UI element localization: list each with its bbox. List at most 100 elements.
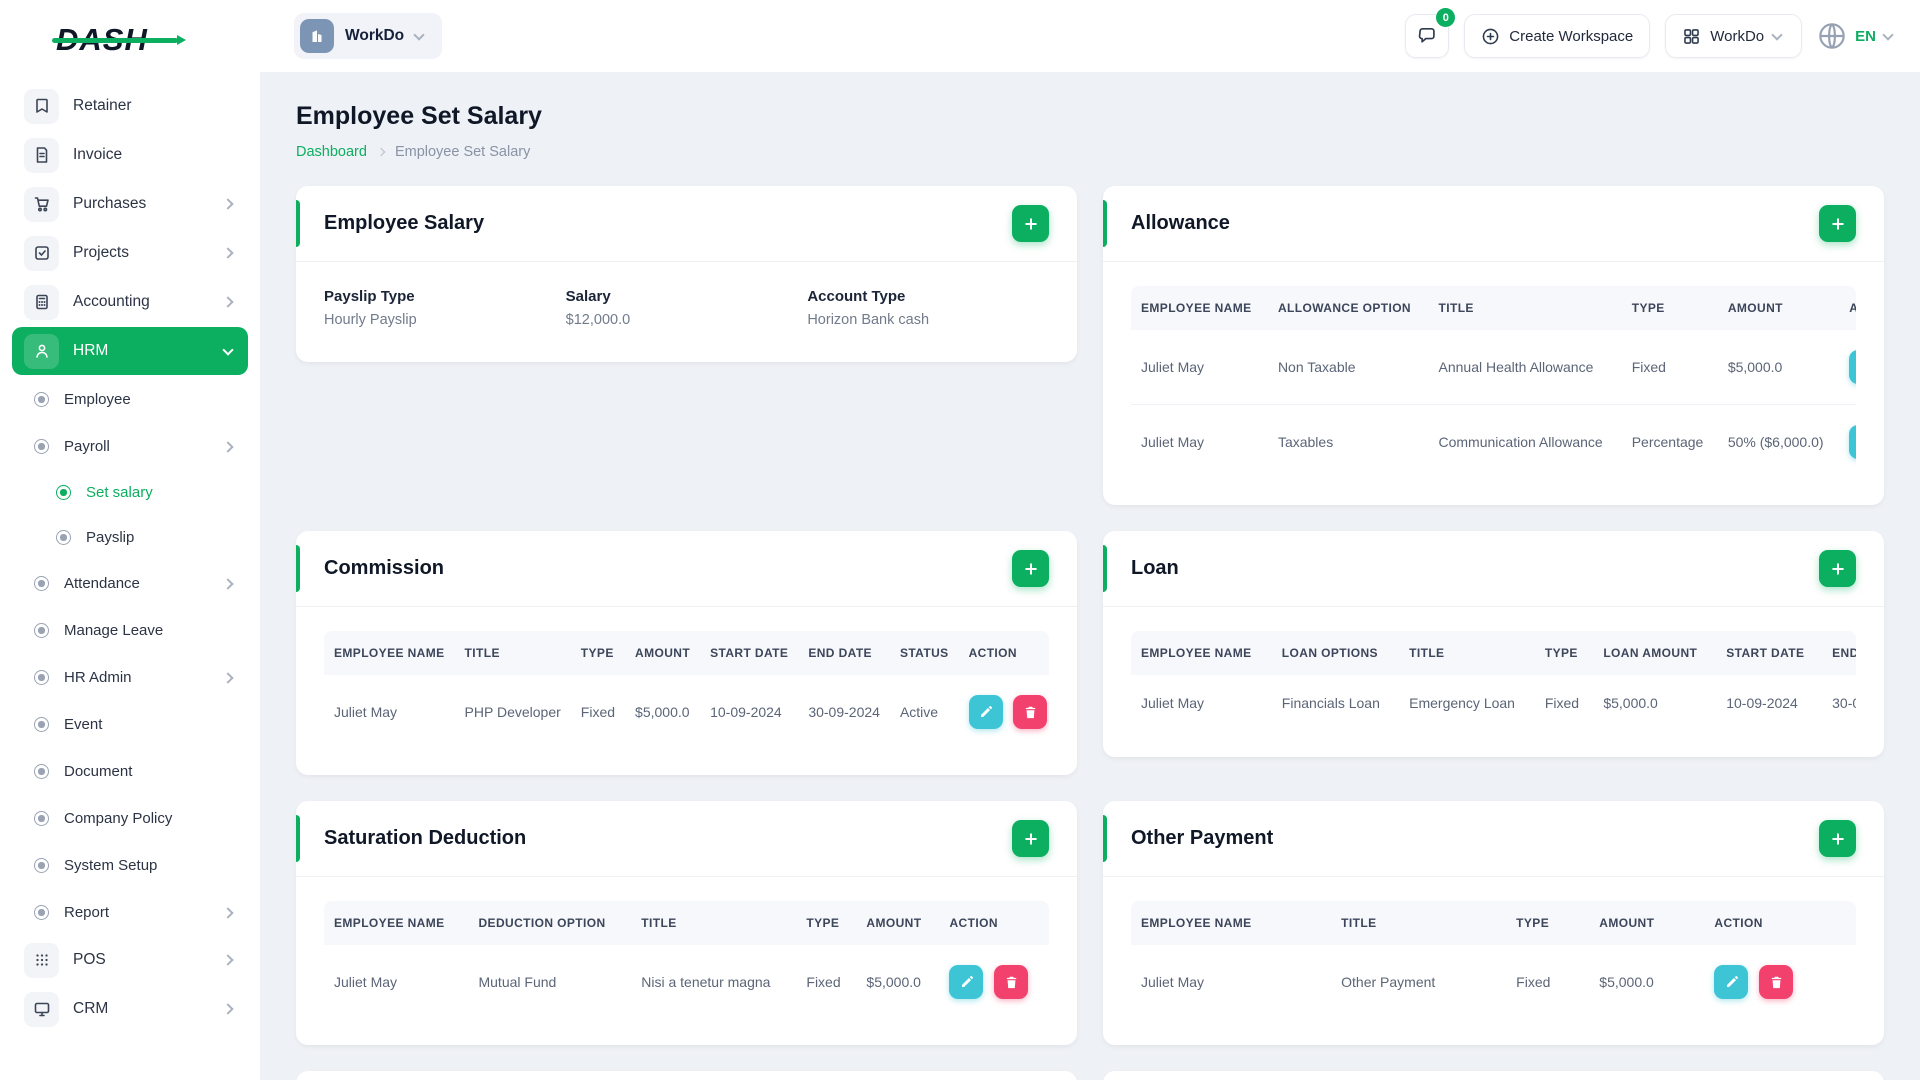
breadcrumb-current: Employee Set Salary <box>394 144 531 160</box>
workdo-menu-button[interactable]: WorkDo <box>1665 14 1803 58</box>
sidebar-item-hr-admin[interactable]: HR Admin <box>12 654 248 701</box>
commission-card: Commission EMPLOYEE NAME TITLE TYPE AMOU… <box>296 531 1077 775</box>
sidebar-item-purchases[interactable]: Purchases <box>12 180 248 228</box>
table-clip: EMPLOYEE NAME DEDUCTION OPTION TITLE TYP… <box>324 901 1049 1019</box>
circle-bullet-icon <box>34 576 49 591</box>
table-cell: 30-09-2024 <box>808 704 880 720</box>
column-header: STATUS <box>889 631 959 675</box>
sidebar-item-system-setup[interactable]: System Setup <box>12 842 248 889</box>
edit-button[interactable] <box>1849 425 1856 459</box>
sidebar-item-label: Report <box>64 904 110 921</box>
app-root: DASH Retainer Invoice Purchases Projects… <box>0 0 1920 1080</box>
chevron-down-icon <box>1882 28 1894 41</box>
table-cell: $5,000.0 <box>635 704 690 720</box>
language-selector[interactable]: EN <box>1817 21 1896 51</box>
saturation-deduction-table: EMPLOYEE NAME DEDUCTION OPTION TITLE TYP… <box>324 901 1049 1019</box>
column-header: END DATE <box>798 631 890 675</box>
table-cell: Fixed <box>1516 974 1551 990</box>
sidebar-item-label: Invoice <box>73 146 123 163</box>
loan-card: Loan EMPLOYEE NAME LOAN OPTIONS TITLE TY… <box>1103 531 1884 757</box>
plus-circle-icon <box>1482 28 1499 44</box>
overtime-card: Overtime <box>296 1071 1077 1080</box>
sidebar-item-label: Payslip <box>86 529 135 546</box>
column-header: AMOUNT <box>625 631 701 675</box>
sidebar-item-report[interactable]: Report <box>12 889 248 936</box>
add-employee-salary-button[interactable] <box>1012 205 1049 242</box>
sidebar-item-payslip[interactable]: Payslip <box>12 515 248 560</box>
column-header: LOAN OPTIONS <box>1271 631 1400 675</box>
sidebar-item-attendance[interactable]: Attendance <box>12 560 248 607</box>
delete-button[interactable] <box>1013 695 1048 729</box>
sidebar-item-accounting[interactable]: Accounting <box>12 278 248 326</box>
column-header: EMPLOYEE NAME <box>324 631 455 675</box>
circle-bullet-icon <box>34 905 49 920</box>
sidebar-item-projects[interactable]: Projects <box>12 229 248 277</box>
sidebar-item-hrm[interactable]: HRM <box>12 327 248 375</box>
accounting-icon <box>24 284 59 320</box>
create-workspace-button[interactable]: Create Workspace <box>1464 14 1651 58</box>
sidebar-item-pos[interactable]: POS <box>12 936 248 984</box>
pos-icon <box>24 942 59 978</box>
edit-button[interactable] <box>1714 965 1749 999</box>
delete-button[interactable] <box>994 965 1029 999</box>
table-cell: Fixed <box>1544 695 1580 711</box>
add-other-payment-button[interactable] <box>1819 820 1856 857</box>
sidebar-item-document[interactable]: Document <box>12 748 248 795</box>
chevron-right-icon <box>222 440 234 453</box>
add-saturation-deduction-button[interactable] <box>1012 820 1049 857</box>
sidebar-item-set-salary[interactable]: Set salary <box>12 470 248 515</box>
delete-button[interactable] <box>1759 965 1794 999</box>
table-cell: $5,000.0 <box>1599 974 1654 990</box>
table-clip: EMPLOYEE NAME ALLOWANCE OPTION TITLE TYP… <box>1131 286 1856 479</box>
sidebar-item-crm[interactable]: CRM <box>12 985 248 1033</box>
workspace-switcher[interactable]: WorkDo <box>294 13 443 59</box>
sidebar-item-label: Purchases <box>73 195 147 212</box>
create-workspace-label: Create Workspace <box>1509 27 1634 45</box>
sidebar-item-invoice[interactable]: Invoice <box>12 131 248 179</box>
purchases-icon <box>24 186 59 222</box>
edit-button[interactable] <box>949 965 984 999</box>
plus-icon <box>1831 832 1844 845</box>
add-loan-button[interactable] <box>1819 550 1856 587</box>
workdo-menu-label: WorkDo <box>1710 27 1765 45</box>
breadcrumb-dashboard-link[interactable]: Dashboard <box>296 144 367 160</box>
table-header-row: EMPLOYEE NAME LOAN OPTIONS TITLE TYPE LO… <box>1131 631 1856 675</box>
topbar: WorkDo 0 Create Workspace WorkDo EN <box>260 0 1920 72</box>
edit-button[interactable] <box>968 695 1003 729</box>
sidebar-item-label: Company Policy <box>64 810 173 827</box>
app-logo[interactable]: DASH <box>0 0 260 80</box>
add-allowance-button[interactable] <box>1819 205 1856 242</box>
invoice-icon <box>24 137 59 173</box>
sidebar-item-manage-leave[interactable]: Manage Leave <box>12 607 248 654</box>
sidebar-item-label: Accounting <box>73 293 150 310</box>
sidebar-item-employee[interactable]: Employee <box>12 376 248 423</box>
column-header: END DATE <box>1822 631 1856 675</box>
sidebar-item-retainer[interactable]: Retainer <box>12 82 248 130</box>
chat-icon <box>1419 27 1436 43</box>
table-cell: Fixed <box>806 974 841 990</box>
sidebar-item-event[interactable]: Event <box>12 701 248 748</box>
column-header: AMOUNT <box>1589 901 1705 945</box>
table-clip: EMPLOYEE NAME TITLE TYPE AMOUNT ACTION J… <box>1131 901 1856 1019</box>
card-header: Allowance <box>1103 186 1884 262</box>
table-cell: Juliet May <box>334 974 398 990</box>
topbar-actions: 0 Create Workspace WorkDo EN <box>1405 8 1896 58</box>
cards-grid: Employee Salary Payslip Type Hourly Pays… <box>296 186 1884 1080</box>
chevron-right-icon <box>222 906 234 919</box>
circle-bullet-icon <box>34 717 49 732</box>
commission-table: EMPLOYEE NAME TITLE TYPE AMOUNT START DA… <box>324 631 1049 749</box>
sidebar-item-company-policy[interactable]: Company Policy <box>12 795 248 842</box>
add-commission-button[interactable] <box>1012 550 1049 587</box>
table-cell: Mutual Fund <box>478 974 557 990</box>
field-label: Account Type <box>807 288 906 305</box>
edit-button[interactable] <box>1849 350 1856 384</box>
sidebar: DASH Retainer Invoice Purchases Projects… <box>0 0 260 1080</box>
sidebar-item-payroll[interactable]: Payroll <box>12 423 248 470</box>
card-header: Employee Salary <box>296 186 1077 262</box>
table-cell: Emergency Loan <box>1409 695 1515 711</box>
plus-icon <box>1831 562 1844 575</box>
salary-fields: Payslip Type Hourly Payslip Salary $12,0… <box>324 288 1049 328</box>
table-header-row: EMPLOYEE NAME DEDUCTION OPTION TITLE TYP… <box>324 901 1049 945</box>
allowance-card: Allowance EMPLOYEE NAME ALLOWANCE OPTION… <box>1103 186 1884 505</box>
messages-button[interactable]: 0 <box>1405 8 1456 58</box>
